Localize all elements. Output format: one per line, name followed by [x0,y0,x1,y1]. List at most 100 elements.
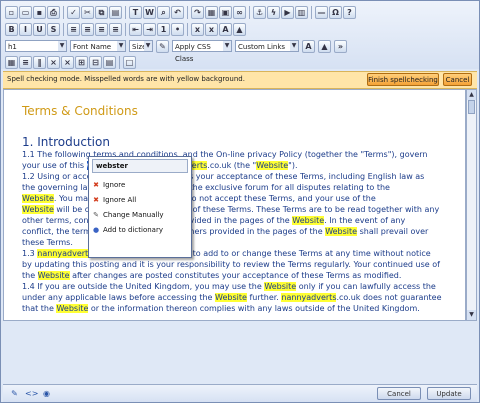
cancel-button[interactable]: Cancel [377,387,421,400]
font-name-select[interactable]: Font Name ▼ [70,40,126,52]
italic-icon[interactable]: I [19,22,32,36]
align-right-icon[interactable]: ≡ [95,22,108,36]
delete-col-icon[interactable]: × [61,55,74,69]
spellcheck-popup: webster ✖ Ignore ✖ Ignore All ✎ Change Manual… [88,156,192,258]
more-options-icon[interactable]: » [334,39,347,53]
redo-icon[interactable]: ↷ [191,5,204,19]
text-run: or the information thereon complies with… [88,304,420,313]
subscript-icon[interactable]: x [191,22,204,36]
misspelled-word[interactable]: Website [22,205,54,214]
toolbar-separator [187,22,188,36]
new-doc-icon[interactable]: ▫ [5,5,18,19]
misspelled-word[interactable]: Website [325,227,358,236]
open-icon[interactable]: ▭ [19,5,32,19]
scroll-thumb[interactable] [468,100,475,114]
css-class-select[interactable]: Apply CSS Class ▼ [172,40,232,63]
unordered-list-icon[interactable]: • [171,22,184,36]
help-icon[interactable]: ? [343,5,356,19]
undo-icon[interactable]: ↶ [171,5,184,19]
align-justify-icon[interactable]: ≡ [109,22,122,36]
superscript-icon[interactable]: x [205,22,218,36]
custom-links-select[interactable]: Custom Links ▼ [235,40,299,52]
merge-cells-icon[interactable]: ⊞ [75,55,88,69]
save-icon[interactable]: ▪ [33,5,46,19]
media-icon[interactable]: ▶ [281,5,294,19]
paste-word-icon[interactable]: W [143,5,156,19]
format-stripper-icon[interactable]: ✎ [156,39,169,53]
align-left-icon[interactable]: ≡ [67,22,80,36]
misspelled-word[interactable]: Website [37,271,70,280]
misspelled-word[interactable]: nannyadverts [37,249,93,258]
popup-item-change-manually[interactable]: ✎ Change Manually [92,208,188,222]
chevron-down-icon: ▼ [223,41,231,51]
finish-spellchecking-button[interactable]: Finish spellchecking [367,73,439,86]
flash-icon[interactable]: ϟ [267,5,280,19]
paste-text-icon[interactable]: T [129,5,142,19]
editor-content-area[interactable]: Terms & Conditions 1. Introduction 1.1 T… [3,89,466,321]
editor-scrollbar[interactable]: ▲ ▼ [466,89,477,321]
align-center-icon[interactable]: ≡ [81,22,94,36]
popup-item-ignore[interactable]: ✖ Ignore [92,178,188,192]
cancel-spellcheck-button[interactable]: Cancel [443,73,472,86]
misspelled-word[interactable]: nannyadverts [281,293,337,302]
suggestion-input[interactable]: webster [92,159,188,173]
css-class-value: Apply CSS Class [175,43,211,63]
link-icon[interactable]: ∞ [233,5,246,19]
preview-mode-icon[interactable]: ◉ [41,388,52,399]
image-icon[interactable]: ▣ [219,5,232,19]
spellcheck-icon[interactable]: ✓ [67,5,80,19]
scroll-down-icon[interactable]: ▼ [467,310,476,320]
insert-row-icon[interactable]: ≡ [19,55,32,69]
cell-props-icon[interactable]: ▤ [103,55,116,69]
special-char-icon[interactable]: Ω [329,5,342,19]
template-icon[interactable]: ▥ [295,5,308,19]
chevron-down-icon: ▼ [117,41,125,51]
strike-icon[interactable]: S [47,22,60,36]
delete-row-icon[interactable]: × [47,55,60,69]
anchor-icon[interactable]: ⚓ [253,5,266,19]
update-button[interactable]: Update [427,387,471,400]
scroll-up-icon[interactable]: ▲ [467,90,476,100]
toolbar-separator [187,5,188,19]
html-mode-icon[interactable]: <> [25,388,38,399]
print-icon[interactable]: ⎙ [47,5,60,19]
popup-item-add-dictionary[interactable]: ● Add to dictionary [92,223,188,237]
toolbar-row-4: ▦ ≡ ‖ × × ⊞ ⊟ ▤ □ [5,54,136,70]
toolbar-separator [311,5,312,19]
show-borders-icon[interactable]: □ [123,55,136,69]
text-run: .co.uk does not guarantee [336,293,442,302]
table-icon[interactable]: ▦ [205,5,218,19]
font-color-icon[interactable]: A [302,39,315,53]
fore-color-icon[interactable]: A [219,22,232,36]
misspelled-word[interactable]: Website [256,161,289,170]
misspelled-word[interactable]: Website [215,293,247,302]
size-select[interactable]: Size ▼ [129,40,153,52]
toolbar-separator [119,55,120,69]
toolbar-row-1: ▫ ▭ ▪ ⎙ ✓ ✂ ⧉ ▤ T W ⌕ ↶ ↷ ▦ ▣ ∞ ⚓ ϟ ▶ ▥ — Ω? [5,4,356,20]
popup-item-ignore-all[interactable]: ✖ Ignore All [92,193,188,207]
custom-links-value: Custom Links [238,43,286,51]
paste-icon[interactable]: ▤ [109,5,122,19]
table-props-icon[interactable]: ▦ [5,55,18,69]
split-cell-icon[interactable]: ⊟ [89,55,102,69]
design-mode-icon[interactable]: ✎ [9,388,20,399]
highlight-color-icon[interactable]: ▲ [318,39,331,53]
insert-col-icon[interactable]: ‖ [33,55,46,69]
ordered-list-icon[interactable]: 1 [157,22,170,36]
hr-icon[interactable]: — [315,5,328,19]
cut-icon[interactable]: ✂ [81,5,94,19]
back-color-icon[interactable]: ▲ [233,22,246,36]
misspelled-word[interactable]: Website [56,304,89,313]
misspelled-word[interactable]: Website [264,282,297,291]
misspelled-word[interactable]: Website [292,216,325,225]
text-run: shall prevail over [357,227,429,236]
indent-icon[interactable]: ⇥ [143,22,156,36]
misspelled-word[interactable]: Website [22,194,54,203]
copy-icon[interactable]: ⧉ [95,5,108,19]
bold-icon[interactable]: B [5,22,18,36]
text-run: "). [288,161,298,170]
underline-icon[interactable]: U [33,22,46,36]
paragraph-select[interactable]: h1 ▼ [5,40,67,52]
outdent-icon[interactable]: ⇤ [129,22,142,36]
find-icon[interactable]: ⌕ [157,5,170,19]
